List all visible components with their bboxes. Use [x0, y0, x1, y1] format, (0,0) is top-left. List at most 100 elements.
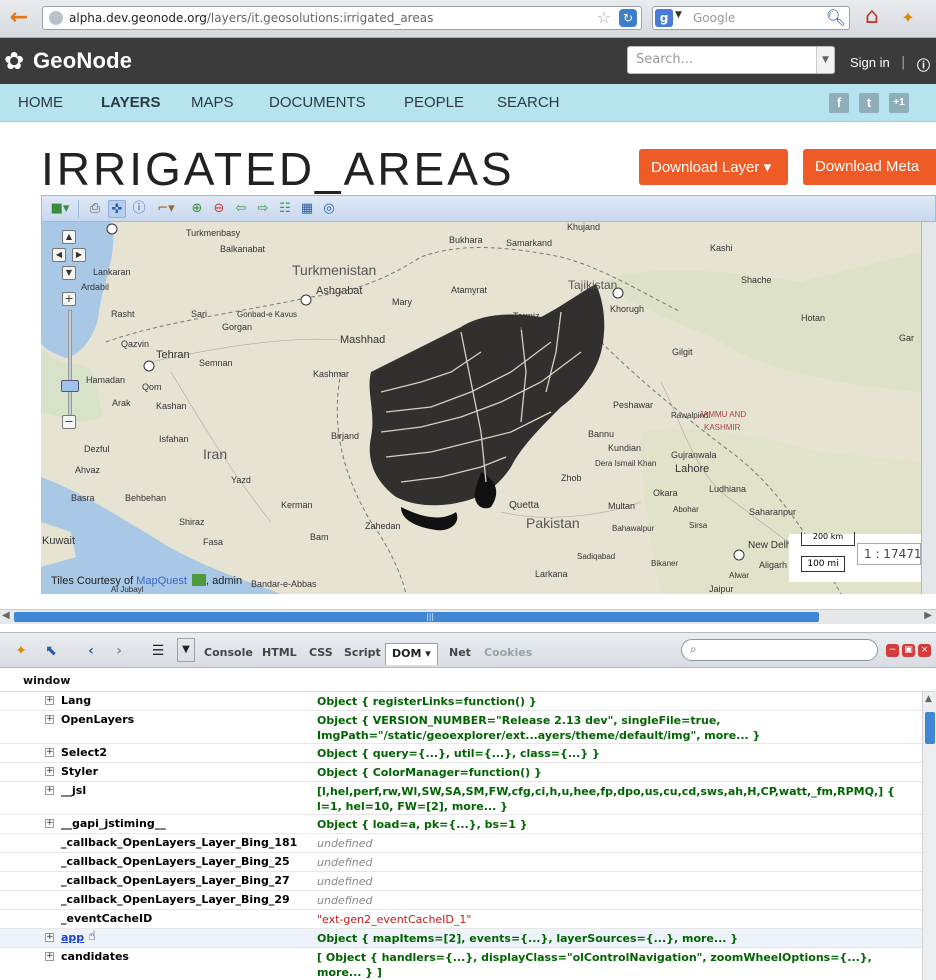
pan-icon[interactable]: ✜ [108, 200, 126, 218]
minimize-icon[interactable]: − [886, 644, 899, 657]
dom-row[interactable]: _callback_OpenLayers_Layer_Bing_27 undef… [0, 872, 922, 891]
mapquest-link[interactable]: MapQuest [136, 575, 187, 587]
scale-ratio-field[interactable]: 1 : 174712 [857, 543, 921, 565]
dom-row-value[interactable]: Object { load=a, pk={...}, bs=1 } [317, 817, 915, 832]
zoom-out-button[interactable]: − [62, 415, 76, 429]
dom-row[interactable]: + OpenLayers Object { VERSION_NUMBER="Re… [0, 711, 922, 744]
dom-row-value[interactable]: Object { query={...}, util={...}, class=… [317, 746, 915, 761]
tab-dom[interactable]: DOM ▾ [385, 643, 438, 665]
dom-row-value[interactable]: Object { ColorManager=function() } [317, 765, 915, 780]
geonode-logo-icon[interactable]: ✿ [4, 49, 28, 73]
search-dropdown-icon[interactable]: ▼ [816, 47, 834, 73]
detach-icon[interactable]: ▣ [902, 644, 915, 657]
dom-row[interactable]: + Lang Object { registerLinks=function()… [0, 692, 922, 711]
dom-row-value[interactable]: Object { VERSION_NUMBER="Release 2.13 de… [317, 713, 915, 743]
max-extent-icon[interactable]: ☷ [276, 200, 294, 218]
site-logo[interactable]: GeoNode [33, 48, 132, 74]
info-query-icon[interactable]: ⓘ [130, 200, 148, 218]
back-icon[interactable]: ‹ [82, 642, 100, 660]
scrollbar-thumb[interactable]: ||| [14, 612, 819, 622]
zoom-slider-track[interactable] [68, 310, 72, 420]
dom-row[interactable]: + __jsl [l,hel,perf,rw,Wl,SW,SA,SM,FW,cf… [0, 782, 922, 815]
scroll-up-icon[interactable]: ▲ [925, 694, 932, 704]
zoom-out-icon[interactable]: ⊖ [210, 200, 228, 218]
dom-row[interactable]: _callback_OpenLayers_Layer_Bing_29 undef… [0, 891, 922, 910]
zoom-slider-handle[interactable] [61, 380, 79, 392]
home-icon[interactable]: ⌂ [860, 6, 884, 30]
layers-menu-icon[interactable]: ■▾ [47, 200, 73, 218]
download-metadata-button[interactable]: Download Meta [803, 149, 936, 185]
nav-maps[interactable]: MAPS [191, 94, 234, 111]
globe-3d-icon[interactable]: ◎ [320, 200, 338, 218]
expand-icon[interactable]: + [45, 933, 54, 942]
forward-icon[interactable]: › [110, 642, 128, 660]
dom-row[interactable]: _callback_OpenLayers_Layer_Bing_181 unde… [0, 834, 922, 853]
pan-up-button[interactable]: ▲ [62, 230, 76, 244]
map-viewer[interactable]: Turkmenistan Iran Pakistan Tajikistan Tu… [41, 222, 921, 594]
download-layer-button[interactable]: Download Layer ▾ [639, 149, 788, 185]
dom-row-value[interactable]: [ Object { handlers={...}, displayClass=… [317, 950, 915, 980]
tab-script[interactable]: Script [344, 646, 381, 659]
dom-row-hover[interactable]: + app ☝ Object { mapItems=[2], events={.… [0, 929, 922, 948]
info-icon[interactable]: ⓘ [917, 55, 930, 74]
firebug-search-input[interactable]: ⌕ [681, 639, 878, 661]
site-search-input[interactable]: Search... ▼ [627, 46, 835, 74]
firebug-menu-icon[interactable]: ✦ [12, 642, 30, 660]
dom-vertical-scrollbar[interactable]: ▲ [922, 692, 936, 980]
twitter-icon[interactable]: t [859, 93, 879, 113]
scrollbar-thumb[interactable] [925, 712, 935, 744]
dom-row[interactable]: + Styler Object { ColorManager=function(… [0, 763, 922, 782]
tab-net[interactable]: Net [449, 646, 471, 659]
next-extent-icon[interactable]: ⇨ [254, 200, 272, 218]
page-horizontal-scrollbar[interactable]: ◀ ||| ▶ [0, 609, 936, 624]
browser-search-input[interactable]: g ▼ Google 🔍︎ [652, 6, 850, 30]
dom-row-value[interactable]: Object { registerLinks=function() } [317, 694, 915, 709]
dom-row-name[interactable]: app [61, 931, 84, 944]
dom-row[interactable]: _callback_OpenLayers_Layer_Bing_25 undef… [0, 853, 922, 872]
nav-search[interactable]: SEARCH [497, 94, 560, 111]
engine-dropdown-icon[interactable]: ▼ [675, 10, 682, 20]
measure-icon[interactable]: ⌐▾ [152, 200, 180, 218]
reload-icon[interactable]: ↻ [619, 9, 637, 27]
list-menu-icon[interactable]: ☰ [149, 642, 167, 660]
sign-in-link[interactable]: Sign in [850, 55, 890, 70]
google-icon[interactable]: g [655, 9, 673, 27]
facebook-icon[interactable]: f [829, 93, 849, 113]
expand-icon[interactable]: + [45, 748, 54, 757]
site-identity-icon[interactable] [49, 11, 63, 25]
search-icon[interactable]: 🔍︎ [826, 8, 846, 27]
dom-row-value[interactable]: Object { mapItems=[2], events={...}, lay… [317, 931, 915, 946]
tab-console[interactable]: Console [204, 646, 253, 659]
zoom-in-button[interactable]: + [62, 292, 76, 306]
table-icon[interactable]: ▦ [298, 200, 316, 218]
nav-documents[interactable]: DOCUMENTS [269, 94, 366, 111]
print-icon[interactable]: ⎙ [86, 200, 104, 218]
nav-home[interactable]: HOME [18, 94, 63, 111]
breadcrumb-window[interactable]: window [23, 674, 70, 687]
close-icon[interactable]: × [918, 644, 931, 657]
bookmark-star-icon[interactable]: ☆ [597, 8, 611, 27]
tab-css[interactable]: CSS [309, 646, 333, 659]
expand-icon[interactable]: + [45, 767, 54, 776]
dom-row[interactable]: _eventCacheID "ext-gen2_eventCacheID_1" [0, 910, 922, 929]
dom-row-value[interactable]: [l,hel,perf,rw,Wl,SW,SA,SM,FW,cfg,ci,h,u… [317, 784, 915, 814]
pan-left-button[interactable]: ◀ [52, 248, 66, 262]
google-plus-icon[interactable]: +1 [889, 93, 909, 113]
tab-html[interactable]: HTML [262, 646, 297, 659]
nav-layers[interactable]: LAYERS [101, 94, 160, 111]
expand-icon[interactable]: + [45, 952, 54, 961]
dom-row[interactable]: + Select2 Object { query={...}, util={..… [0, 744, 922, 763]
nav-people[interactable]: PEOPLE [404, 94, 464, 111]
expand-icon[interactable]: + [45, 696, 54, 705]
expand-icon[interactable]: + [45, 786, 54, 795]
back-arrow-icon[interactable]: ← [6, 6, 32, 32]
scroll-left-icon[interactable]: ◀ [2, 610, 10, 621]
url-bar[interactable]: alpha.dev.geonode.org/layers/it.geosolut… [42, 6, 642, 30]
scroll-right-icon[interactable]: ▶ [924, 610, 932, 621]
dom-row[interactable]: + candidates [ Object { handlers={...}, … [0, 948, 922, 980]
dom-row[interactable]: + __gapi_jstiming__ Object { load=a, pk=… [0, 815, 922, 834]
previous-extent-icon[interactable]: ⇦ [232, 200, 250, 218]
inspect-icon[interactable]: ⬉ [42, 642, 60, 660]
pan-right-button[interactable]: ▶ [72, 248, 86, 262]
panel-dropdown-icon[interactable]: ▼ [177, 638, 195, 662]
